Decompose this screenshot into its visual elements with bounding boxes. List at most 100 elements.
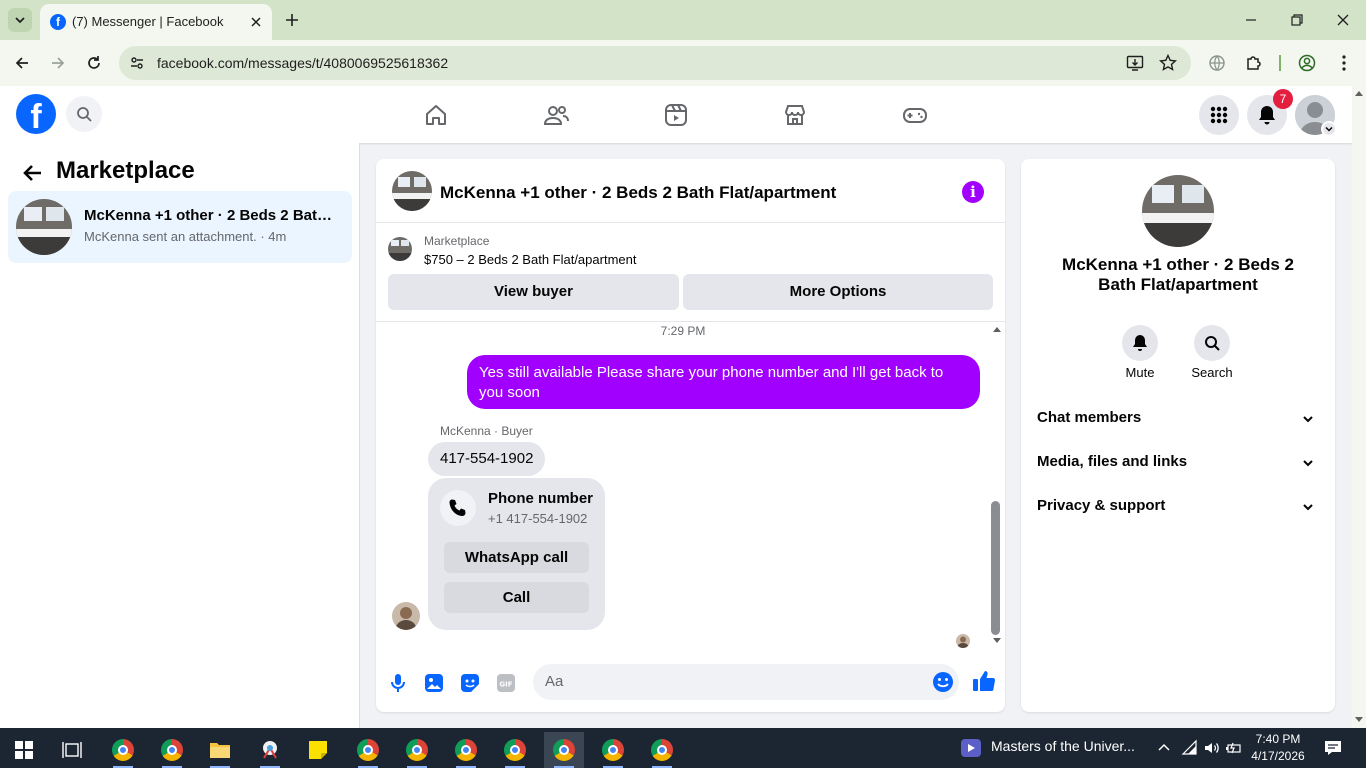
restore-button[interactable] — [1281, 6, 1313, 34]
conversation-title: McKenna +1 other · 2 Beds 2 Bath Flat/ap… — [84, 207, 340, 224]
message-input[interactable] — [533, 664, 959, 700]
taskbar-chrome-6[interactable] — [495, 732, 535, 768]
section-label: Media, files and links — [1037, 453, 1188, 470]
taskbar-chrome-9[interactable] — [642, 732, 682, 768]
account-menu-chevron[interactable] — [1321, 121, 1337, 137]
new-tab-button[interactable] — [282, 10, 302, 30]
emoji-icon[interactable] — [932, 671, 954, 693]
section-privacy-support[interactable]: Privacy & support — [1037, 497, 1319, 519]
gaming-nav-icon[interactable] — [899, 99, 931, 131]
info-icon[interactable]: i — [962, 181, 984, 203]
outgoing-message-bubble[interactable]: Yes still available Please share your ph… — [467, 355, 980, 409]
listing-thumbnail-large[interactable] — [1142, 175, 1214, 247]
phone-icon — [440, 490, 476, 526]
page-scrollbar[interactable] — [1352, 86, 1366, 728]
chevron-down-icon — [1303, 416, 1313, 423]
section-chat-members[interactable]: Chat members — [1037, 409, 1319, 431]
site-info-icon[interactable] — [127, 53, 147, 73]
chevron-down-icon — [15, 17, 25, 24]
arrow-left-icon — [15, 57, 28, 69]
taskbar-chrome-7[interactable] — [544, 732, 584, 768]
taskbar-chrome-1[interactable] — [103, 732, 143, 768]
taskbar-sticky-notes[interactable] — [298, 732, 338, 768]
start-button[interactable] — [4, 732, 44, 768]
browser-tab[interactable]: f (7) Messenger | Facebook — [40, 4, 272, 40]
taskbar-file-explorer[interactable] — [200, 732, 240, 768]
messages-scrollbar-thumb[interactable] — [991, 501, 1000, 635]
scroll-down-arrow[interactable] — [992, 637, 1002, 645]
taskbar-chrome-2[interactable] — [152, 732, 192, 768]
folder-icon — [210, 743, 230, 758]
more-options-button[interactable]: More Options — [683, 274, 993, 310]
menu-grid-button[interactable] — [1199, 95, 1239, 135]
call-button[interactable]: Call — [444, 582, 589, 613]
profile-icon[interactable] — [1293, 49, 1321, 77]
tab-close-button[interactable] — [246, 12, 266, 32]
listing-thumbnail[interactable] — [392, 171, 432, 211]
chrome-icon — [504, 739, 526, 761]
scroll-up-arrow — [1355, 91, 1363, 96]
marketplace-nav-icon[interactable] — [779, 99, 811, 131]
clock[interactable]: 7:40 PM 4/17/2026 — [1240, 731, 1316, 765]
task-view-button[interactable] — [52, 732, 92, 768]
extensions-icon[interactable] — [1240, 49, 1268, 77]
taskbar-chrome-4[interactable] — [397, 732, 437, 768]
wifi-icon[interactable] — [1181, 739, 1199, 757]
scroll-up-arrow[interactable] — [992, 325, 1002, 333]
taskbar-chrome-3[interactable] — [348, 732, 388, 768]
buyer-avatar[interactable] — [392, 602, 420, 630]
show-hidden-icons-icon[interactable] — [1156, 739, 1172, 757]
tab-search-button[interactable] — [8, 8, 32, 32]
media-player-icon[interactable] — [961, 739, 981, 757]
whatsapp-call-button[interactable]: WhatsApp call — [444, 542, 589, 573]
chrome-icon — [553, 739, 575, 761]
bell-icon — [1133, 335, 1147, 351]
taskbar-chrome-5[interactable] — [446, 732, 486, 768]
section-media-files-links[interactable]: Media, files and links — [1037, 453, 1319, 475]
browser-menu-icon[interactable] — [1330, 49, 1358, 77]
chat-title[interactable]: McKenna +1 other · 2 Beds 2 Bath Flat/ap… — [440, 183, 836, 203]
plus-icon — [286, 14, 298, 26]
microphone-icon[interactable] — [386, 671, 410, 695]
view-buyer-button[interactable]: View buyer — [388, 274, 679, 310]
install-app-icon[interactable] — [1121, 49, 1149, 77]
close-window-button[interactable] — [1327, 6, 1359, 34]
taskbar-snipping-tool[interactable] — [250, 732, 290, 768]
incoming-message-bubble[interactable]: 417-554-1902 — [428, 442, 546, 476]
snipping-tool-icon — [263, 741, 277, 759]
now-playing-title[interactable]: Masters of the Univer... — [991, 738, 1135, 754]
video-nav-icon[interactable] — [660, 99, 692, 131]
read-receipt-avatar — [956, 634, 970, 648]
notification-center-icon[interactable] — [1324, 739, 1342, 757]
friends-nav-icon[interactable] — [540, 99, 572, 131]
minimize-button[interactable] — [1235, 6, 1267, 34]
details-title: McKenna +1 other · 2 Beds 2 Bath Flat/ap… — [1062, 255, 1294, 294]
listing-price-title[interactable]: $750 – 2 Beds 2 Bath Flat/apartment — [424, 252, 636, 267]
search-conversation-button[interactable] — [1194, 325, 1230, 361]
sticker-icon[interactable] — [458, 671, 482, 695]
bookmark-star-icon[interactable] — [1154, 49, 1182, 77]
volume-icon[interactable] — [1203, 739, 1221, 757]
back-arrow-button[interactable] — [18, 159, 46, 187]
arrow-right-icon — [52, 57, 65, 69]
facebook-top-nav: f — [0, 86, 1352, 143]
back-button[interactable] — [8, 49, 36, 77]
translate-globe-icon[interactable] — [1203, 49, 1231, 77]
chrome-icon — [406, 739, 428, 761]
notification-badge: 7 — [1273, 89, 1293, 109]
facebook-search-button[interactable] — [66, 96, 102, 132]
search-icon — [77, 107, 92, 122]
home-nav-icon[interactable] — [420, 99, 452, 131]
photo-icon[interactable] — [422, 671, 446, 695]
thumbs-up-icon[interactable] — [972, 669, 998, 695]
conversation-list-item[interactable]: McKenna +1 other · 2 Beds 2 Bath Flat/ap… — [8, 191, 352, 263]
taskbar-chrome-8[interactable] — [593, 732, 633, 768]
mute-button[interactable] — [1122, 325, 1158, 361]
reload-button[interactable] — [80, 49, 108, 77]
address-bar[interactable]: facebook.com/messages/t/4080069525618362 — [119, 46, 1191, 80]
mute-label: Mute — [1125, 365, 1155, 380]
gif-icon[interactable]: GIF — [494, 671, 518, 695]
forward-button[interactable] — [44, 49, 72, 77]
facebook-logo[interactable]: f — [16, 94, 56, 134]
chrome-icon — [602, 739, 624, 761]
